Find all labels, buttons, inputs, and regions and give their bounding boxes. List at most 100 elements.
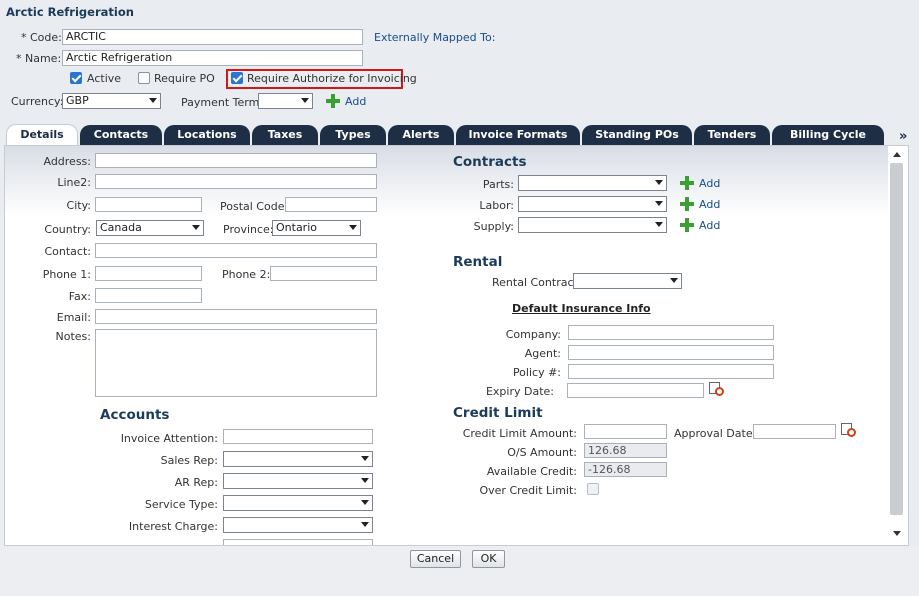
email-input[interactable] [95, 309, 377, 324]
os-amount-value: 126.68 [584, 443, 667, 458]
phone1-input[interactable] [95, 266, 202, 281]
contact-label: Contact: [44, 245, 91, 258]
credit-limit-amount-input[interactable] [584, 424, 667, 439]
province-value: Ontario [276, 221, 317, 234]
add-plus-icon[interactable] [326, 94, 340, 108]
agent-input[interactable] [568, 345, 774, 360]
province-label: Province: [223, 223, 274, 236]
approval-date-input[interactable] [753, 424, 836, 439]
dropdown-arrow-icon [149, 98, 157, 103]
currency-label: Currency: [11, 95, 64, 108]
over-credit-limit-label: Over Credit Limit: [479, 484, 577, 497]
country-value: Canada [100, 221, 142, 234]
over-credit-limit-checkbox [587, 483, 599, 495]
currency-select[interactable]: GBP [62, 93, 161, 109]
fax-input[interactable] [95, 288, 202, 303]
scrollbar-thumb[interactable] [890, 163, 903, 515]
clock-badge [847, 428, 856, 437]
name-input[interactable]: Arctic Refrigeration [62, 50, 363, 66]
rental-contract-label: Rental Contract [492, 276, 578, 289]
payment-term-select[interactable] [258, 93, 313, 109]
supply-add-link[interactable]: Add [699, 219, 720, 232]
available-credit-label: Available Credit: [486, 465, 577, 478]
address-input[interactable] [95, 153, 377, 168]
service-type-select[interactable] [223, 495, 373, 511]
active-checkbox[interactable] [70, 72, 82, 84]
contact-input[interactable] [95, 243, 377, 258]
supply-select[interactable] [518, 217, 667, 233]
dropdown-arrow-icon [361, 478, 369, 483]
postal-code-input[interactable] [285, 197, 377, 212]
address-label: Address: [43, 155, 91, 168]
add-plus-icon[interactable] [680, 197, 694, 211]
phone2-input[interactable] [270, 266, 377, 281]
active-label: Active [87, 72, 122, 85]
tab-tenders[interactable]: Tenders [694, 125, 770, 146]
parts-select[interactable] [518, 175, 667, 191]
interest-charge-select[interactable] [223, 517, 373, 533]
more-tabs-icon[interactable]: » [899, 129, 907, 144]
tab-billing-cycle[interactable]: Billing Cycle [772, 125, 884, 146]
labor-select[interactable] [518, 196, 667, 212]
tab-alerts[interactable]: Alerts [388, 125, 454, 146]
invoice-attention-input[interactable] [223, 429, 373, 444]
payment-term-add-link[interactable]: Add [345, 95, 366, 108]
dropdown-arrow-icon [655, 180, 663, 185]
agent-label: Agent: [524, 347, 561, 360]
fax-label: Fax: [68, 290, 91, 303]
scroll-down-icon[interactable] [893, 531, 901, 536]
city-input[interactable] [95, 197, 202, 212]
tab-locations[interactable]: Locations [164, 125, 250, 146]
country-label: Country: [44, 223, 91, 236]
labor-add-link[interactable]: Add [699, 198, 720, 211]
parts-label: Parts: [482, 178, 514, 191]
company-label: Company: [505, 328, 561, 341]
rental-contract-select[interactable] [573, 273, 682, 289]
require-po-checkbox[interactable] [138, 72, 150, 84]
dropdown-arrow-icon [655, 222, 663, 227]
tab-taxes[interactable]: Taxes [252, 125, 318, 146]
policy-input[interactable] [568, 364, 774, 379]
tab-contacts[interactable]: Contacts [80, 125, 162, 146]
code-input[interactable]: ARCTIC [62, 29, 363, 45]
line2-input[interactable] [95, 174, 377, 189]
contracts-heading: Contracts [453, 154, 527, 170]
dropdown-arrow-icon [192, 225, 200, 230]
notes-textarea[interactable] [95, 329, 377, 397]
policy-label: Policy #: [512, 366, 561, 379]
interest-charge-label: Interest Charge: [128, 520, 218, 533]
ar-rep-label: AR Rep: [174, 476, 218, 489]
currency-value: GBP [66, 94, 89, 107]
sales-rep-label: Sales Rep: [160, 454, 218, 467]
tab-types[interactable]: Types [320, 125, 386, 146]
expiry-date-input[interactable] [567, 383, 704, 398]
tab-standing-pos[interactable]: Standing POs [582, 125, 692, 146]
service-type-label: Service Type: [144, 498, 218, 511]
add-plus-icon[interactable] [680, 176, 694, 190]
os-amount-label: O/S Amount: [507, 446, 577, 459]
require-authorize-checkbox[interactable] [231, 72, 243, 84]
ok-button[interactable]: OK [472, 550, 505, 568]
phone2-label: Phone 2: [222, 268, 271, 281]
sales-rep-select[interactable] [223, 451, 373, 467]
cancel-button[interactable]: Cancel [410, 550, 461, 568]
calendar-icon[interactable] [709, 382, 725, 397]
province-select[interactable]: Ontario [272, 220, 361, 236]
country-select[interactable]: Canada [96, 220, 204, 236]
tab-details[interactable]: Details [6, 124, 78, 146]
scroll-up-icon[interactable] [893, 152, 901, 157]
calendar-icon[interactable] [841, 423, 857, 438]
add-plus-icon[interactable] [680, 218, 694, 232]
notes-label: Notes: [55, 330, 91, 343]
tab-invoice-formats[interactable]: Invoice Formats [456, 125, 580, 146]
insurance-heading: Default Insurance Info [512, 302, 651, 315]
credit-limit-heading: Credit Limit [453, 405, 543, 421]
accounts-heading: Accounts [100, 407, 170, 423]
credit-limit-amount-label: Credit Limit Amount: [462, 427, 577, 440]
email-label: Email: [56, 311, 91, 324]
dropdown-arrow-icon [670, 278, 678, 283]
ar-rep-select[interactable] [223, 473, 373, 489]
dropdown-arrow-icon [361, 456, 369, 461]
parts-add-link[interactable]: Add [699, 177, 720, 190]
company-input[interactable] [568, 325, 774, 340]
